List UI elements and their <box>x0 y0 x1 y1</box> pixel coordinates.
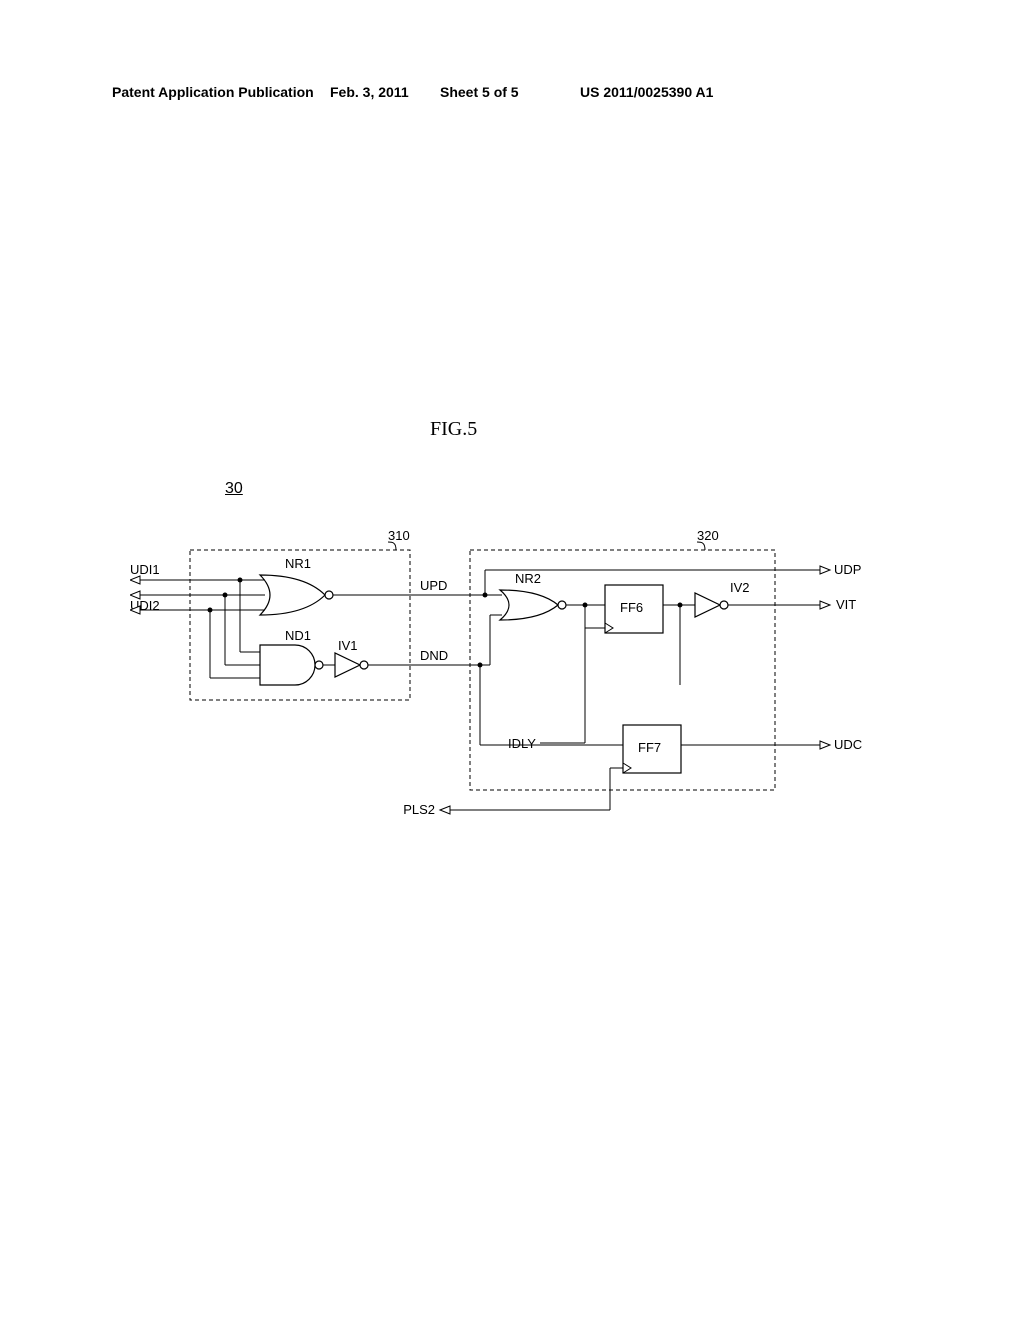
publication-type: Patent Application Publication <box>112 84 314 100</box>
block-reference-number: 30 <box>225 480 243 498</box>
svg-text:VIT: VIT <box>836 597 856 612</box>
port-pls2: PLS2 <box>403 802 450 817</box>
gate-iv1: IV1 <box>335 638 368 677</box>
gate-nr1: NR1 <box>260 556 333 615</box>
publication-number: US 2011/0025390 A1 <box>580 84 713 100</box>
svg-text:FF6: FF6 <box>620 600 643 615</box>
svg-text:ND1: ND1 <box>285 628 311 643</box>
flipflop-ff7: FF7 <box>623 725 681 773</box>
block-320-label: 320 <box>697 528 719 543</box>
svg-text:UDC: UDC <box>834 737 862 752</box>
gate-iv2: IV2 <box>695 580 750 617</box>
block-310-leader <box>388 542 396 550</box>
svg-text:FF7: FF7 <box>638 740 661 755</box>
svg-text:IV1: IV1 <box>338 638 358 653</box>
sheet-number: Sheet 5 of 5 <box>440 84 519 100</box>
block-320-leader <box>697 542 705 550</box>
svg-text:NR2: NR2 <box>515 571 541 586</box>
svg-text:IV2: IV2 <box>730 580 750 595</box>
svg-text:UDP: UDP <box>834 562 861 577</box>
port-vit: VIT <box>820 597 856 612</box>
gate-nd1: ND1 <box>260 628 323 685</box>
svg-text:NR1: NR1 <box>285 556 311 571</box>
flipflop-ff6: FF6 <box>605 585 663 633</box>
publication-date: Feb. 3, 2011 <box>330 84 409 100</box>
port-udc: UDC <box>820 737 862 752</box>
signal-upd: UPD <box>420 578 447 593</box>
idly-label: IDLY <box>508 736 536 751</box>
gate-nr2: NR2 <box>500 571 566 620</box>
figure-label: FIG.5 <box>430 418 477 441</box>
svg-text:PLS2: PLS2 <box>403 802 435 817</box>
signal-dnd: DND <box>420 648 448 663</box>
block-310-label: 310 <box>388 528 410 543</box>
circuit-diagram: 310 320 UDI1 UDI2 NR1 ND1 IV1 <box>130 520 890 840</box>
svg-text:UDI1: UDI1 <box>130 562 160 577</box>
port-udi1: UDI1 <box>130 562 160 584</box>
port-udp: UDP <box>820 562 861 577</box>
